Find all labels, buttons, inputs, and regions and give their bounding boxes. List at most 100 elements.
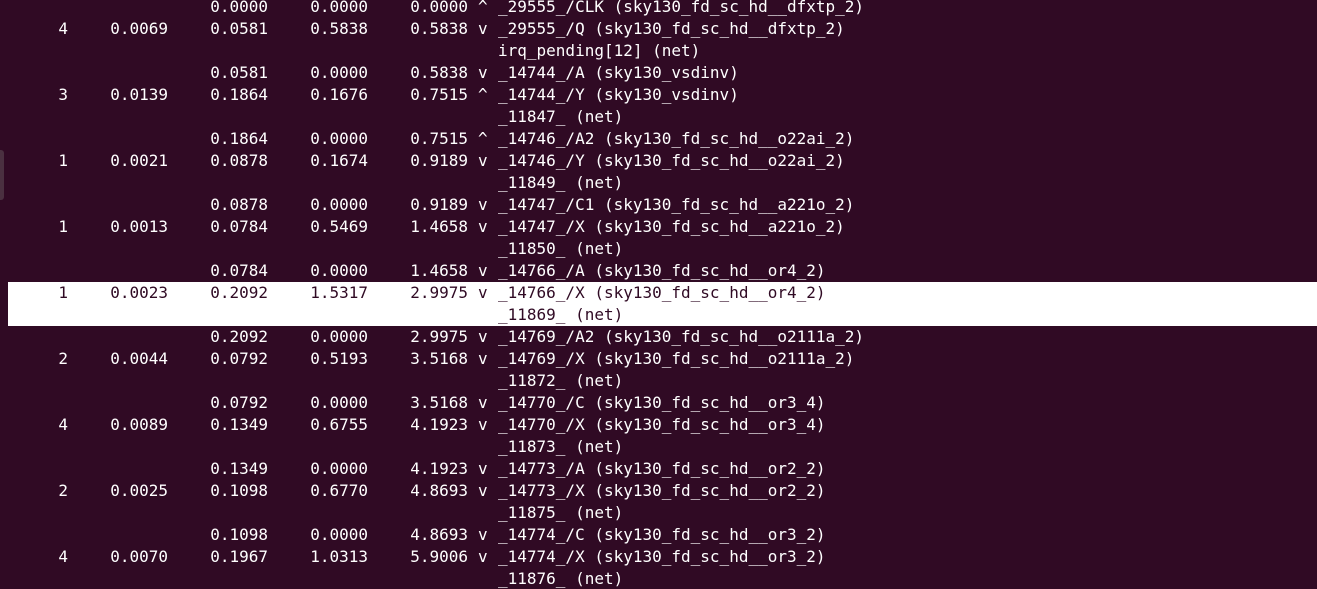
timing-report-line[interactable]: 3 0.0139 0.1864 0.1676 0.7515 ^ _14744_/Y (sky… [0, 84, 1317, 106]
timing-report-line[interactable]: 0.1098 0.0000 4.8693 v _14774_/C (sky130_fd_… [0, 524, 1317, 546]
timing-report-line[interactable]: 2 0.0025 0.1098 0.6770 4.8693 v _14773_/X (sky… [0, 480, 1317, 502]
slew-cell: 0.0792 [210, 393, 268, 412]
slew-cell: 0.1098 [210, 481, 268, 500]
pin-description-cell: _14773_/A (sky130_fd_sc_hd__or2_2) [498, 459, 826, 478]
direction-cell: ^ [478, 129, 488, 148]
fanout-cell: 1 [58, 217, 68, 236]
cap-cell: 0.0089 [110, 415, 168, 434]
fanout-cell: 1 [58, 283, 68, 302]
delay-cell: 0.0000 [310, 129, 368, 148]
direction-cell: v [478, 63, 488, 82]
timing-report-line[interactable]: _11847_ (net) [0, 106, 1317, 128]
timing-report-line[interactable]: 0.0000 0.0000 0.0000 ^ _29555_/CLK (sky130_f… [0, 0, 1317, 18]
timing-report-line[interactable]: 0.0581 0.0000 0.5838 v _14744_/A (sky130_vsd… [0, 62, 1317, 84]
delay-cell: 0.5193 [310, 349, 368, 368]
slew-cell: 0.1864 [210, 129, 268, 148]
direction-cell: v [478, 459, 488, 478]
time-cell: 0.7515 [410, 85, 468, 104]
slew-cell: 0.1098 [210, 525, 268, 544]
pin-description-cell: _11869_ (net) [498, 305, 624, 324]
delay-cell: 1.0313 [310, 547, 368, 566]
delay-cell: 0.0000 [310, 0, 368, 16]
slew-cell: 0.0000 [210, 0, 268, 16]
timing-report-line[interactable]: _11849_ (net) [0, 172, 1317, 194]
timing-report-line[interactable]: _11875_ (net) [0, 502, 1317, 524]
time-cell: 0.5838 [410, 19, 468, 38]
timing-report-line[interactable]: 4 0.0070 0.1967 1.0313 5.9006 v _14774_/X (sky… [0, 546, 1317, 568]
cap-cell: 0.0021 [110, 151, 168, 170]
slew-cell: 0.0581 [210, 19, 268, 38]
pin-description-cell: _14770_/C (sky130_fd_sc_hd__or3_4) [498, 393, 826, 412]
delay-cell: 0.1676 [310, 85, 368, 104]
timing-report-line[interactable]: 1 0.0021 0.0878 0.1674 0.9189 v _14746_/Y (sky… [0, 150, 1317, 172]
cap-cell: 0.0023 [110, 283, 168, 302]
direction-cell: v [478, 283, 488, 302]
timing-report-line[interactable]: 4 0.0089 0.1349 0.6755 4.1923 v _14770_/X (sky… [0, 414, 1317, 436]
time-cell: 5.9006 [410, 547, 468, 566]
time-cell: 4.8693 [410, 481, 468, 500]
pin-description-cell: _14766_/X (sky130_fd_sc_hd__or4_2) [498, 283, 826, 302]
timing-report-line[interactable]: 1 0.0013 0.0784 0.5469 1.4658 v _14747_/X (sky… [0, 216, 1317, 238]
pin-description-cell: _11875_ (net) [498, 503, 624, 522]
delay-cell: 0.0000 [310, 459, 368, 478]
pin-description-cell: _29555_/CLK (sky130_fd_sc_hd__dfxtp_2) [498, 0, 865, 16]
cap-cell: 0.0070 [110, 547, 168, 566]
slew-cell: 0.1349 [210, 459, 268, 478]
slew-cell: 0.2092 [210, 283, 268, 302]
fanout-cell: 2 [58, 481, 68, 500]
delay-cell: 0.0000 [310, 393, 368, 412]
pin-description-cell: _11873_ (net) [498, 437, 624, 456]
delay-cell: 0.0000 [310, 525, 368, 544]
direction-cell: v [478, 261, 488, 280]
fanout-cell: 2 [58, 349, 68, 368]
time-cell: 3.5168 [410, 349, 468, 368]
cap-cell: 0.0139 [110, 85, 168, 104]
pin-description-cell: irq_pending[12] (net) [498, 41, 701, 60]
pin-description-cell: _14774_/C (sky130_fd_sc_hd__or3_2) [498, 525, 826, 544]
pin-description-cell: _29555_/Q (sky130_fd_sc_hd__dfxtp_2) [498, 19, 845, 38]
timing-report-line[interactable]: _11876_ (net) [0, 568, 1317, 589]
direction-cell: v [478, 151, 488, 170]
time-cell: 0.9189 [410, 195, 468, 214]
timing-report-line[interactable]: 2 0.0044 0.0792 0.5193 3.5168 v _14769_/X (sky… [0, 348, 1317, 370]
cap-cell: 0.0025 [110, 481, 168, 500]
cap-cell: 0.0013 [110, 217, 168, 236]
timing-report-line[interactable]: 0.1349 0.0000 4.1923 v _14773_/A (sky130_fd_… [0, 458, 1317, 480]
time-cell: 4.1923 [410, 415, 468, 434]
pin-description-cell: _14746_/A2 (sky130_fd_sc_hd__o22ai_2) [498, 129, 855, 148]
timing-report-line[interactable]: _11872_ (net) [0, 370, 1317, 392]
terminal-window[interactable]: 0.0000 0.0000 0.0000 ^ _29555_/CLK (sky130_f… [0, 0, 1317, 589]
time-cell: 4.8693 [410, 525, 468, 544]
time-cell: 4.1923 [410, 459, 468, 478]
direction-cell: v [478, 525, 488, 544]
fanout-cell: 1 [58, 151, 68, 170]
timing-report-line[interactable]: irq_pending[12] (net) [0, 40, 1317, 62]
timing-report-line[interactable]: 0.0784 0.0000 1.4658 v _14766_/A (sky130_fd_… [0, 260, 1317, 282]
pin-description-cell: _11847_ (net) [498, 107, 624, 126]
pin-description-cell: _14769_/A2 (sky130_fd_sc_hd__o2111a_2) [498, 327, 865, 346]
slew-cell: 0.0792 [210, 349, 268, 368]
time-cell: 2.9975 [410, 327, 468, 346]
direction-cell: v [478, 19, 488, 38]
timing-report-line[interactable]: _11869_ (net) [0, 304, 1317, 326]
direction-cell: ^ [478, 0, 488, 16]
time-cell: 0.5838 [410, 63, 468, 82]
timing-report-line[interactable]: 1 0.0023 0.2092 1.5317 2.9975 v _14766_/X (sky… [0, 282, 1317, 304]
delay-cell: 0.5838 [310, 19, 368, 38]
slew-cell: 0.1864 [210, 85, 268, 104]
pin-description-cell: _14746_/Y (sky130_fd_sc_hd__o22ai_2) [498, 151, 845, 170]
timing-report-line[interactable]: _11873_ (net) [0, 436, 1317, 458]
timing-report-line[interactable]: 4 0.0069 0.0581 0.5838 0.5838 v _29555_/Q (sky… [0, 18, 1317, 40]
timing-report-line[interactable]: 0.2092 0.0000 2.9975 v _14769_/A2 (sky130_fd… [0, 326, 1317, 348]
direction-cell: v [478, 481, 488, 500]
fanout-cell: 4 [58, 415, 68, 434]
cap-cell: 0.0069 [110, 19, 168, 38]
timing-report-line[interactable]: _11850_ (net) [0, 238, 1317, 260]
timing-report-line[interactable]: 0.0878 0.0000 0.9189 v _14747_/C1 (sky130_fd… [0, 194, 1317, 216]
delay-cell: 0.6770 [310, 481, 368, 500]
timing-report-line[interactable]: 0.0792 0.0000 3.5168 v _14770_/C (sky130_fd_… [0, 392, 1317, 414]
delay-cell: 0.1674 [310, 151, 368, 170]
timing-report-line[interactable]: 0.1864 0.0000 0.7515 ^ _14746_/A2 (sky130_fd… [0, 128, 1317, 150]
delay-cell: 0.0000 [310, 195, 368, 214]
pin-description-cell: _14747_/C1 (sky130_fd_sc_hd__a221o_2) [498, 195, 855, 214]
